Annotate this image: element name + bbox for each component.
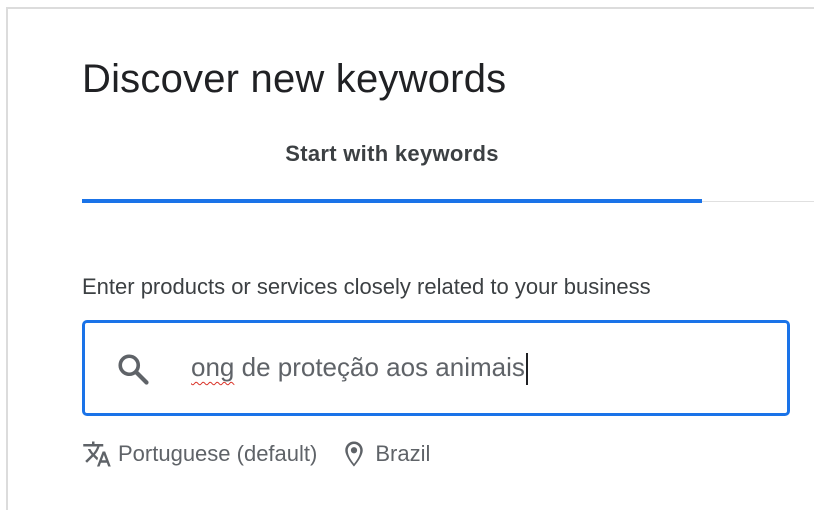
location-label: Brazil (375, 441, 431, 466)
keyword-search-field[interactable]: ong de proteção aos animais (82, 320, 790, 416)
tab-bar: Start with keywords (82, 127, 814, 205)
active-tab-indicator (82, 199, 702, 203)
tab-bar-divider (702, 201, 814, 202)
language-label: Portuguese (default) (118, 441, 318, 466)
discover-keywords-panel: Discover new keywords Start with keyword… (8, 9, 814, 510)
translate-icon (83, 441, 111, 467)
text-caret (525, 353, 528, 386)
search-input-text: de proteção aos animais (234, 352, 525, 382)
misspelled-word: ong (191, 352, 235, 382)
location-selector[interactable]: Brazil (339, 439, 430, 469)
search-input[interactable]: ong de proteção aos animais (191, 347, 528, 387)
targeting-row: Portuguese (default) Brazil (82, 437, 430, 471)
keywords-prompt-label: Enter products or services closely relat… (82, 274, 651, 299)
tab-start-with-keywords[interactable]: Start with keywords (82, 127, 702, 205)
search-icon (118, 354, 149, 385)
location-pin-icon (345, 441, 364, 467)
page-title: Discover new keywords (82, 57, 507, 101)
tab-label: Start with keywords (285, 141, 499, 166)
keyword-planner-window: Discover new keywords Start with keyword… (0, 0, 814, 510)
language-selector[interactable]: Portuguese (default) (82, 439, 317, 469)
